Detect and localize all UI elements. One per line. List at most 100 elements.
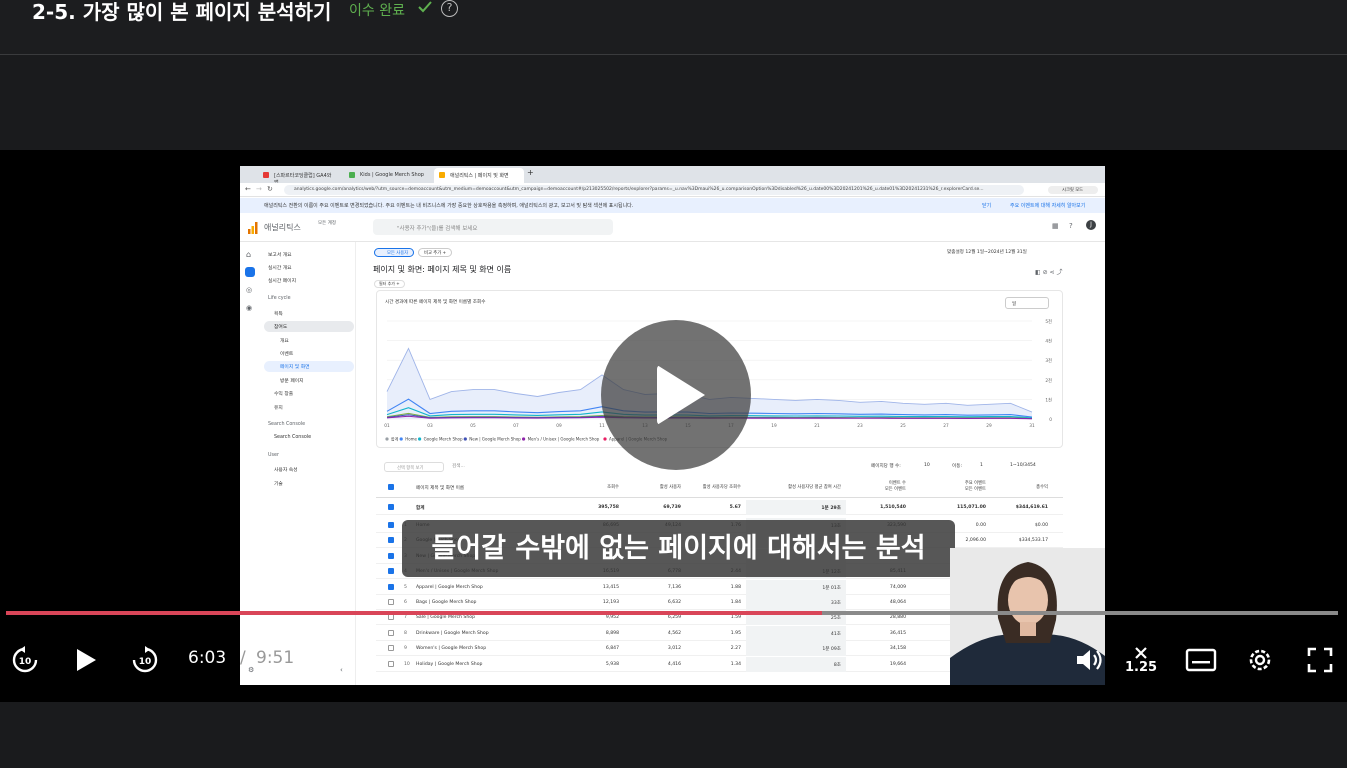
legend-label: Home xyxy=(405,437,417,442)
row-value: 41초 xyxy=(830,631,841,637)
row-value: 33초 xyxy=(830,601,841,606)
nav-item: 수익 창출 xyxy=(274,392,294,397)
notice-text: 애널리틱스 전환의 이름이 주요 이벤트로 변경되었습니다. 주요 이벤트는 내… xyxy=(264,203,634,209)
goto-label: 이동: xyxy=(952,464,963,469)
x-tick-label: 29 xyxy=(986,423,992,429)
date-range: 맞춤설정 12월 1일~2024년 12월 31일 xyxy=(947,250,1027,255)
legend-swatch xyxy=(385,437,389,441)
x-tick-label: 09 xyxy=(556,423,562,429)
compare-chip: 모든 사용자 xyxy=(374,248,415,257)
forward-icon: → xyxy=(256,185,262,193)
nav-item: 보고서 개요 xyxy=(268,253,292,258)
browser-tabbar: [스파르타코딩클럽] GA4와 앱… Kids | Google Merch S… xyxy=(240,166,1105,186)
x-tick-label: 03 xyxy=(427,423,433,429)
captions-icon[interactable] xyxy=(1185,646,1217,674)
row-checkbox xyxy=(388,614,394,621)
table-search-input: 검색... xyxy=(452,464,465,469)
y-tick-label: 4천 xyxy=(1045,338,1052,345)
volume-icon[interactable] xyxy=(1074,646,1106,674)
x-tick-label: 01 xyxy=(384,423,390,429)
nav-item: Search Console xyxy=(274,435,312,440)
row-checkbox xyxy=(388,568,394,575)
x-tick-label: 25 xyxy=(900,423,906,429)
row-checkbox xyxy=(388,599,394,605)
row-name: Bags | Google Merch Shop xyxy=(416,600,477,605)
speed-x-icon xyxy=(1135,647,1147,659)
row-value: 2.27 xyxy=(730,646,741,652)
play-button[interactable] xyxy=(72,646,100,674)
row-checkbox xyxy=(388,552,394,559)
row-value: 1.59 xyxy=(730,615,741,621)
metric-header: 활성 사용자당 조회수 xyxy=(702,485,741,490)
rows-per-page: 10 xyxy=(924,463,930,468)
legend-label: Men's / Unisex | Google Merch Shop xyxy=(528,437,600,442)
subtitle: 들어갈 수밖에 없는 페이지에 대해서는 분석 xyxy=(402,520,955,577)
nav-section: Life cycle xyxy=(268,296,291,301)
play-icon xyxy=(657,365,705,425)
rewind-10-icon[interactable]: 10 xyxy=(10,645,40,675)
legend-label: New | Google Merch Shop xyxy=(469,437,521,442)
row-checkbox xyxy=(388,537,394,544)
row-number: 5 xyxy=(404,584,407,590)
row-number: 7 xyxy=(404,615,407,621)
ga-topbar: 애널리틱스 모든 계정 "사용자 추가"(을)를 검색해 보세요 ▦ ? J xyxy=(240,214,1105,242)
back-icon: ← xyxy=(245,185,251,193)
row-checkbox xyxy=(388,660,394,667)
ga-sidebar: ⌂ ◎ ◉ 보고서 개요 실시간 개요 실시간 페이지 Life cycle 획… xyxy=(240,242,356,685)
row-name: Apparel | Google Merch Shop xyxy=(416,584,483,590)
ga-brand: 애널리틱스 xyxy=(264,223,301,232)
browser-urlbar: ← → ↻ analytics.google.com/analytics/web… xyxy=(240,183,1105,197)
fullscreen-icon[interactable] xyxy=(1306,646,1334,674)
dim-header: 페이지 제목 및 화면 이름 xyxy=(416,486,465,491)
row-value: 12,193 xyxy=(602,600,619,605)
home-icon: ⌂ xyxy=(246,250,252,259)
row-checkbox xyxy=(388,583,394,590)
nav-item: 개요 xyxy=(280,339,289,344)
question-icon[interactable]: ? xyxy=(441,0,458,17)
x-tick-label: 05 xyxy=(470,423,476,429)
nav-item: 실시간 페이지 xyxy=(268,279,297,284)
advertising-icon: ◉ xyxy=(246,304,253,312)
x-tick-label: 11 xyxy=(599,423,605,429)
row-value: 115,071.00 xyxy=(956,505,986,510)
nav-section: Search Console xyxy=(268,422,306,427)
legend-swatch xyxy=(522,437,526,441)
x-tick-label: 21 xyxy=(814,423,820,429)
row-value: $0.00 xyxy=(1034,523,1048,528)
video-player[interactable]: [스파르타코딩클럽] GA4와 앱… Kids | Google Merch S… xyxy=(0,150,1347,702)
y-tick-label: 5천 xyxy=(1045,318,1052,325)
y-tick-label: 3천 xyxy=(1045,357,1052,364)
row-checkbox xyxy=(388,629,394,636)
settings-gear-icon[interactable] xyxy=(1245,645,1275,675)
metric-header: 총수익 xyxy=(1036,485,1048,490)
row-value: 6,847 xyxy=(605,646,619,652)
report-title: 페이지 및 화면: 페이지 제목 및 화면 이름 xyxy=(373,265,512,274)
row-name: Drinkware | Google Merch Shop xyxy=(416,630,489,636)
analytics-logo-icon xyxy=(248,222,258,234)
row-number: 10 xyxy=(404,661,410,667)
table-search: 선택 항목 보기 xyxy=(384,462,444,472)
progress-bar[interactable] xyxy=(6,611,1338,615)
forward-10-icon[interactable]: 10 xyxy=(130,645,160,675)
filter-chip: 필터 추가 + xyxy=(374,280,405,288)
playback-speed[interactable]: 1.25 xyxy=(1125,660,1157,675)
row-name: 합계 xyxy=(416,506,425,511)
avatar: J xyxy=(1086,220,1096,230)
big-play-button[interactable] xyxy=(601,320,751,470)
report-tools-icon: ◧ ⊘ ⋖ ⤴ xyxy=(1035,269,1063,276)
metric-header: 조회수 xyxy=(607,485,619,490)
new-tab-icon: + xyxy=(527,168,534,177)
row-value: $334,533.17 xyxy=(1018,538,1048,544)
row-value: 25초 xyxy=(830,616,841,622)
notice-more-link: 주요 이벤트에 대해 자세히 알아보기 xyxy=(1010,203,1086,209)
y-tick-label: 2천 xyxy=(1045,377,1052,384)
row-value: $344,619.61 xyxy=(1015,505,1048,510)
x-tick-label: 31 xyxy=(1029,423,1035,429)
notice-banner: 애널리틱스 전환의 이름이 주요 이벤트로 변경되었습니다. 주요 이벤트는 내… xyxy=(240,198,1105,213)
nav-item: 참여도 xyxy=(274,325,288,330)
goto-page: 1 xyxy=(980,463,983,468)
row-checkbox xyxy=(388,522,394,528)
row-name: Holiday | Google Merch Shop xyxy=(416,661,483,667)
completion-status: 이수 완료 xyxy=(349,3,405,19)
svg-text:10: 10 xyxy=(139,657,152,667)
